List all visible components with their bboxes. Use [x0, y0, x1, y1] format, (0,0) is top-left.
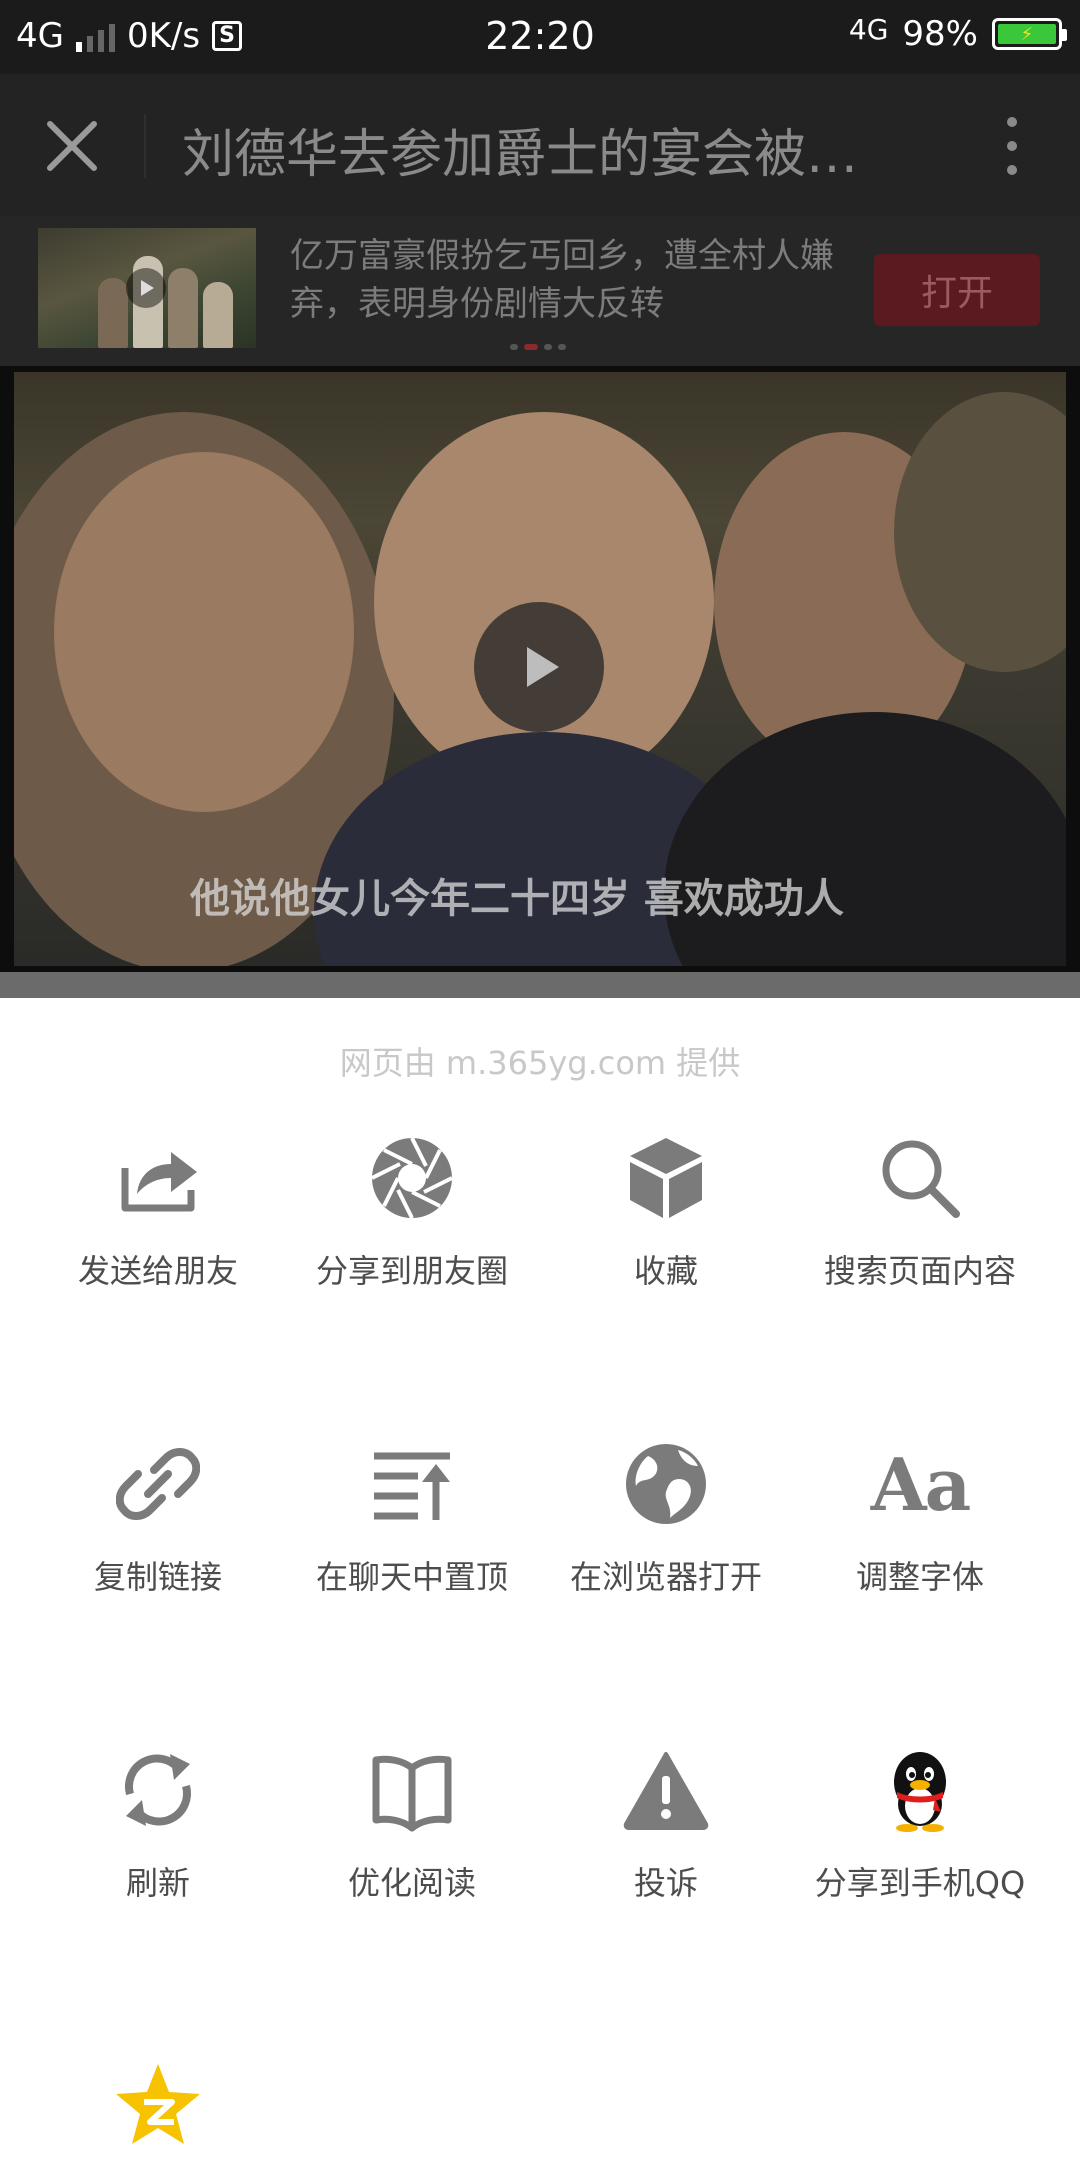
refresh-button[interactable]: 刷新 [30, 1740, 286, 1904]
status-bar: 4G 0K/s S 22:20 4G 98% ⚡ [0, 0, 1080, 74]
close-icon [47, 121, 97, 171]
reader-mode-button[interactable]: 优化阅读 [284, 1740, 540, 1904]
qzone-star-icon [108, 2054, 208, 2154]
search-icon [870, 1128, 970, 1228]
open-in-browser-button[interactable]: 在浏览器打开 [538, 1434, 794, 1598]
pin-in-chat-button[interactable]: 在聊天中置顶 [284, 1434, 540, 1598]
charging-icon: ⚡ [998, 24, 1056, 45]
video-player[interactable]: 他说他女儿今年二十四岁 喜欢成功人 [0, 366, 1080, 972]
link-icon [108, 1434, 208, 1534]
battery-icon: ⚡ [992, 18, 1067, 50]
share-to-friend-icon [108, 1128, 208, 1228]
close-button[interactable] [30, 104, 114, 188]
item-label: 收藏 [633, 1252, 698, 1290]
item-label: 优化阅读 [347, 1864, 476, 1902]
pager-dot [544, 344, 552, 350]
ad-thumbnail[interactable] [38, 228, 256, 348]
refresh-icon [108, 1740, 208, 1840]
pager-dot [558, 344, 566, 350]
provider-text: 网页由 m.365yg.com 提供 [339, 1044, 741, 1082]
status-right: 4G 98% ⚡ [848, 13, 1067, 54]
item-label: 投诉 [633, 1864, 698, 1902]
adjust-font-button[interactable]: Aa 调整字体 [792, 1434, 1048, 1598]
more-options-button[interactable] [974, 104, 1050, 188]
more-dot-icon [1007, 165, 1017, 175]
item-label: 搜索页面内容 [823, 1252, 1016, 1290]
video-play-button[interactable] [474, 602, 604, 732]
ad-banner[interactable]: 亿万富豪假扮乞丐回乡，遭全村人嫌弃，表明身份剧情大反转 打开 [0, 216, 1080, 366]
pager-dot-active [524, 344, 538, 350]
ad-open-button[interactable]: 打开 [874, 254, 1040, 326]
item-label: 在浏览器打开 [569, 1558, 762, 1596]
network-type-right: 4G [848, 13, 889, 46]
share-to-qq-button[interactable]: 分享到手机QQ [792, 1740, 1048, 1904]
video-subtitle: 他说他女儿今年二十四岁 喜欢成功人 [190, 876, 844, 922]
item-label: 分享到朋友圈 [315, 1252, 508, 1290]
favorite-button[interactable]: 收藏 [538, 1128, 794, 1292]
play-icon [527, 647, 559, 687]
warning-icon [616, 1740, 716, 1840]
page-title: 刘德华去参加爵士的宴会被… [182, 125, 859, 185]
video-progress-bar [0, 972, 1080, 998]
report-button[interactable]: 投诉 [538, 1740, 794, 1904]
search-page-button[interactable]: 搜索页面内容 [792, 1128, 1048, 1292]
moments-icon [362, 1128, 462, 1228]
copy-link-button[interactable]: 复制链接 [30, 1434, 286, 1598]
battery-percent: 98% [902, 14, 978, 54]
book-icon [362, 1740, 462, 1840]
item-label: 复制链接 [93, 1558, 222, 1596]
pin-to-top-icon [362, 1434, 462, 1534]
qq-penguin-icon [870, 1740, 970, 1840]
item-label: 发送给朋友 [77, 1252, 238, 1290]
action-sheet: 网页由 m.365yg.com 提供 发送给朋友 分享到朋友圈 收藏 搜索页面内… [0, 998, 1080, 2160]
favorite-cube-icon [616, 1128, 716, 1228]
thumbnail-play-icon [126, 268, 166, 308]
globe-icon [616, 1434, 716, 1534]
item-label: 在聊天中置顶 [315, 1558, 508, 1596]
ad-text[interactable]: 亿万富豪假扮乞丐回乡，遭全村人嫌弃，表明身份剧情大反转 [290, 232, 850, 328]
more-dot-icon [1007, 117, 1017, 127]
font-icon: Aa [870, 1441, 972, 1527]
send-to-friend-button[interactable]: 发送给朋友 [30, 1128, 286, 1292]
item-label: 分享到手机QQ [814, 1864, 1026, 1902]
share-to-qzone-button[interactable] [30, 2054, 286, 2160]
pager-dot [510, 344, 518, 350]
item-label: 刷新 [125, 1864, 190, 1902]
title-bar: 刘德华去参加爵士的宴会被… [0, 74, 1080, 216]
more-dot-icon [1007, 141, 1017, 151]
title-divider [144, 114, 146, 178]
ad-pager-dots [510, 344, 566, 350]
item-label: 调整字体 [855, 1558, 984, 1596]
share-to-moments-button[interactable]: 分享到朋友圈 [284, 1128, 540, 1292]
